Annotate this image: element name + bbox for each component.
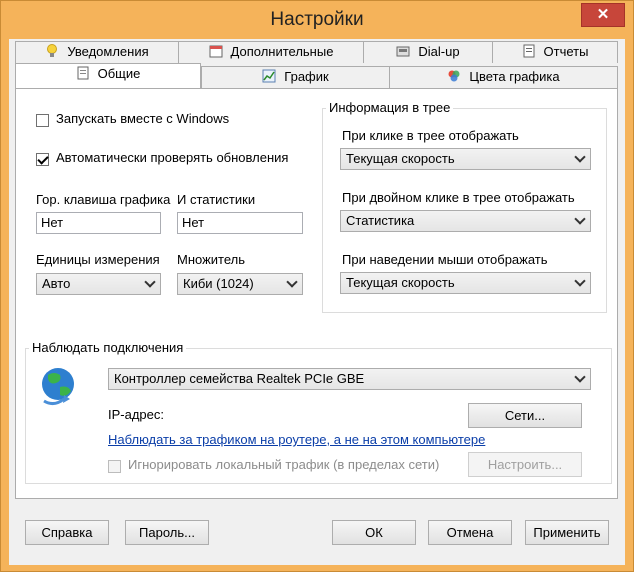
multiplier-value: Киби (1024) (183, 276, 254, 291)
general-tab-panel: Запускать вместе с Windows Автоматически… (15, 88, 618, 499)
tab-graph[interactable]: График (201, 66, 390, 88)
run-with-windows-checkbox[interactable] (36, 114, 49, 127)
chevron-down-icon (574, 275, 586, 287)
ignore-local-label: Игнорировать локальный трафик (в предела… (128, 457, 440, 472)
tab-additional[interactable]: Дополнительные (178, 41, 364, 63)
lightbulb-icon (47, 44, 58, 57)
tab-label: Общие (97, 66, 141, 81)
tray-hover-dropdown[interactable]: Текущая скорость (340, 272, 591, 294)
tray-hover-value: Текущая скорость (346, 275, 455, 290)
graph-icon (262, 69, 276, 83)
hotkey-stats-field[interactable]: Нет (177, 212, 303, 234)
tray-info-legend: Информация в трее (326, 100, 454, 115)
tray-hover-label: При наведении мыши отображать (342, 252, 548, 267)
close-button[interactable]: ✕ (581, 3, 625, 27)
tray-click-label: При клике в трее отображать (342, 128, 519, 143)
multiplier-label: Множитель (177, 252, 246, 267)
hotkey-graph-label: Гор. клавиша графика (36, 192, 171, 207)
tray-click-value: Текущая скорость (346, 151, 455, 166)
tab-label: Dial-up (418, 44, 460, 59)
chevron-down-icon (286, 276, 298, 288)
apply-button[interactable]: Применить (525, 520, 609, 545)
settings-window: Настройки ✕ Уведомления Дополнительные D… (0, 0, 634, 572)
networks-button[interactable]: Сети... (468, 403, 582, 428)
tab-label: График (284, 69, 329, 84)
tray-dblclick-dropdown[interactable]: Статистика (340, 210, 591, 232)
hotkey-stats-label: И статистики (177, 192, 256, 207)
ok-button[interactable]: ОК (332, 520, 416, 545)
tray-click-dropdown[interactable]: Текущая скорость (340, 148, 591, 170)
tab-label: Уведомления (67, 44, 149, 59)
tab-label: Цвета графика (469, 69, 560, 84)
palette-icon (448, 70, 460, 82)
units-dropdown[interactable]: Авто (36, 273, 161, 295)
hotkey-graph-field[interactable]: Нет (36, 212, 161, 234)
help-button[interactable]: Справка (25, 520, 109, 545)
window-title: Настройки (270, 9, 364, 30)
calendar-icon (209, 45, 223, 58)
units-label: Единицы измерения (36, 252, 160, 267)
chevron-down-icon (574, 371, 586, 383)
cancel-button[interactable]: Отмена (428, 520, 512, 545)
settings-doc-icon (77, 66, 89, 80)
tab-reports[interactable]: Отчеты (492, 41, 618, 63)
tab-dialup[interactable]: Dial-up (363, 41, 493, 63)
auto-update-label: Автоматически проверять обновления (56, 150, 289, 165)
units-value: Авто (42, 276, 71, 291)
dialog-client-area: Уведомления Дополнительные Dial-up Отчет… (9, 39, 625, 565)
tab-label: Дополнительные (230, 44, 334, 59)
tray-dblclick-label: При двойном клике в трее отображать (342, 190, 575, 205)
title-bar[interactable]: Настройки ✕ (1, 1, 633, 39)
tab-label: Отчеты (543, 44, 589, 59)
adapter-value: Контроллер семейства Realtek PCIe GBE (114, 371, 365, 386)
chevron-down-icon (574, 151, 586, 163)
chevron-down-icon (144, 276, 156, 288)
monitor-connections-legend: Наблюдать подключения (29, 340, 187, 355)
ip-address-label: IP-адрес: (108, 407, 164, 422)
auto-update-checkbox[interactable] (36, 153, 49, 166)
tray-dblclick-value: Статистика (346, 213, 415, 228)
modem-icon (396, 46, 410, 57)
configure-button[interactable]: Настроить... (468, 452, 582, 477)
tab-general[interactable]: Общие (15, 63, 201, 88)
chevron-down-icon (574, 213, 586, 225)
tab-graph-colors[interactable]: Цвета графика (389, 66, 618, 88)
run-with-windows-label: Запускать вместе с Windows (56, 111, 230, 126)
router-traffic-link[interactable]: Наблюдать за трафиком на роутере, а не н… (108, 432, 485, 447)
network-globe-icon (42, 368, 74, 406)
report-icon (523, 44, 535, 58)
tab-notifications[interactable]: Уведомления (15, 41, 179, 63)
password-button[interactable]: Пароль... (125, 520, 209, 545)
adapter-dropdown[interactable]: Контроллер семейства Realtek PCIe GBE (108, 368, 591, 390)
multiplier-dropdown[interactable]: Киби (1024) (177, 273, 303, 295)
ignore-local-checkbox[interactable] (108, 460, 121, 473)
